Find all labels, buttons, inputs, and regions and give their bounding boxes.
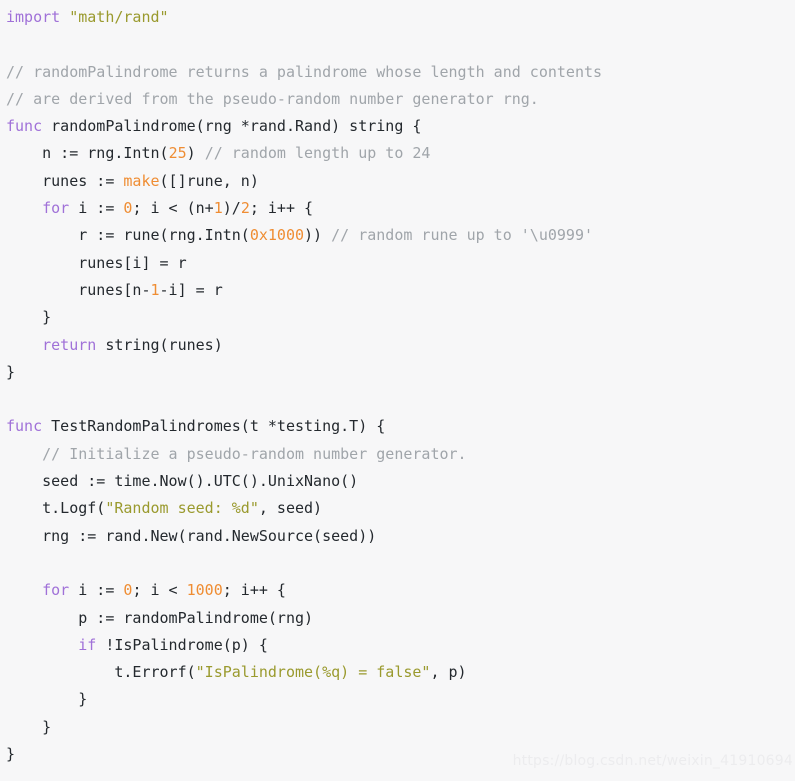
code-line: n := rng.Intn(25) // random length up to… <box>6 140 795 167</box>
code-line: runes := make([]rune, n) <box>6 168 795 195</box>
code-line: seed := time.Now().UTC().UnixNano() <box>6 468 795 495</box>
code-line: runes[n-1-i] = r <box>6 277 795 304</box>
code-line: for i := 0; i < 1000; i++ { <box>6 577 795 604</box>
code-token-kw: return <box>42 335 97 354</box>
code-token-plain: } <box>6 362 16 381</box>
code-line: } <box>6 686 795 713</box>
code-token-plain: runes[n- <box>6 280 151 299</box>
code-token-plain: randomPalindrome(rng *rand.Rand) <box>42 117 350 136</box>
code-token-str: "IsPalindrome(%q) = false" <box>195 663 431 682</box>
code-token-kw: func <box>6 417 43 436</box>
code-line: return string(runes) <box>6 332 795 359</box>
code-token-plain: } <box>6 717 52 736</box>
code-token-plain: { <box>403 117 422 136</box>
code-token-plain: t.Logf( <box>6 499 106 518</box>
code-token-num: 25 <box>168 144 187 163</box>
code-token-plain: runes[i] = r <box>6 253 187 272</box>
code-line: // are derived from the pseudo-random nu… <box>6 86 795 113</box>
code-token-plain: i := <box>69 199 124 218</box>
code-token-com: // random rune up to '\u0999' <box>331 226 594 245</box>
code-token-plain: } <box>6 745 16 764</box>
code-line: import "math/rand" <box>6 4 795 31</box>
code-token-plain: r := rune(rng.Intn( <box>6 226 250 245</box>
code-line: func randomPalindrome(rng *rand.Rand) st… <box>6 113 795 140</box>
code-token-plain: TestRandomPalindromes(t *testing.T) { <box>42 417 386 436</box>
code-token-plain: } <box>6 690 88 709</box>
code-line: } <box>6 304 795 331</box>
code-token-kw: for <box>42 199 70 218</box>
code-token-fn: make <box>123 171 160 190</box>
code-token-plain: )) <box>304 226 332 245</box>
code-token-plain: !IsPalindrome(p) { <box>96 635 268 654</box>
code-token-plain: )/ <box>222 199 241 218</box>
code-token-plain: rng := rand.New(rand.NewSource(seed)) <box>6 526 377 545</box>
code-line: t.Logf("Random seed: %d", seed) <box>6 495 795 522</box>
code-token-num: 1 <box>150 280 160 299</box>
code-token-num: 0x1000 <box>249 226 305 245</box>
code-token-num: 1 <box>213 199 223 218</box>
code-line: } <box>6 714 795 741</box>
code-line: t.Errorf("IsPalindrome(%q) = false", p) <box>6 659 795 686</box>
code-token-com: // random length up to 24 <box>204 144 431 163</box>
code-token-com: // are derived from the pseudo-random nu… <box>6 89 539 108</box>
code-token-plain: } <box>6 308 52 327</box>
code-lines-container: import "math/rand" // randomPalindrome r… <box>6 4 795 768</box>
code-token-plain: string(runes) <box>96 335 223 354</box>
code-line: r := rune(rng.Intn(0x1000)) // random ru… <box>6 222 795 249</box>
code-token-kw: import <box>6 8 61 26</box>
code-token-plain: ; i < <box>132 581 187 600</box>
code-token-plain: -i] = r <box>159 280 223 299</box>
code-token-str: "math/rand" <box>69 8 169 26</box>
code-token-kw: for <box>42 581 70 600</box>
code-token-plain: t.Errorf( <box>6 663 196 682</box>
code-token-plain: , seed) <box>258 499 323 518</box>
code-token-plain: ; i < (n+ <box>132 199 214 218</box>
code-line: // Initialize a pseudo-random number gen… <box>6 441 795 468</box>
code-line: for i := 0; i < (n+1)/2; i++ { <box>6 195 795 222</box>
code-line: runes[i] = r <box>6 250 795 277</box>
code-token-plain: string <box>349 117 404 136</box>
code-line: } <box>6 359 795 386</box>
code-token-plain: ; i++ { <box>249 199 314 218</box>
code-token-plain: i := <box>69 581 124 600</box>
code-token-com: // Initialize a pseudo-random number gen… <box>42 444 467 463</box>
code-token-plain: ; i++ { <box>222 581 286 600</box>
code-token-plain: seed := time.Now().UTC().UnixNano() <box>6 472 359 491</box>
code-line: p := randomPalindrome(rng) <box>6 605 795 632</box>
code-token-plain: , p) <box>430 663 467 682</box>
code-token-num: 2 <box>240 199 250 218</box>
code-token-kw: func <box>6 117 43 136</box>
code-token-num: 1000 <box>186 581 223 600</box>
code-token-plain: n := rng.Intn( <box>6 144 169 163</box>
code-token-plain: ) <box>186 144 205 163</box>
code-token-str: "Random seed: %d" <box>105 499 259 518</box>
code-token-plain: p := randomPalindrome(rng) <box>6 608 314 627</box>
code-token-kw: if <box>78 635 97 654</box>
watermark-text: https://blog.csdn.net/weixin_41910694 <box>512 753 793 769</box>
code-line: rng := rand.New(rand.NewSource(seed)) <box>6 523 795 550</box>
code-token-com: // randomPalindrome returns a palindrome… <box>6 62 603 81</box>
code-token-plain: ([]rune, n) <box>159 171 259 190</box>
code-viewer[interactable]: import "math/rand" // randomPalindrome r… <box>0 0 795 781</box>
code-line: if !IsPalindrome(p) { <box>6 632 795 659</box>
code-line: // randomPalindrome returns a palindrome… <box>6 59 795 86</box>
code-token-plain: runes := <box>6 171 124 190</box>
code-line: func TestRandomPalindromes(t *testing.T)… <box>6 413 795 440</box>
